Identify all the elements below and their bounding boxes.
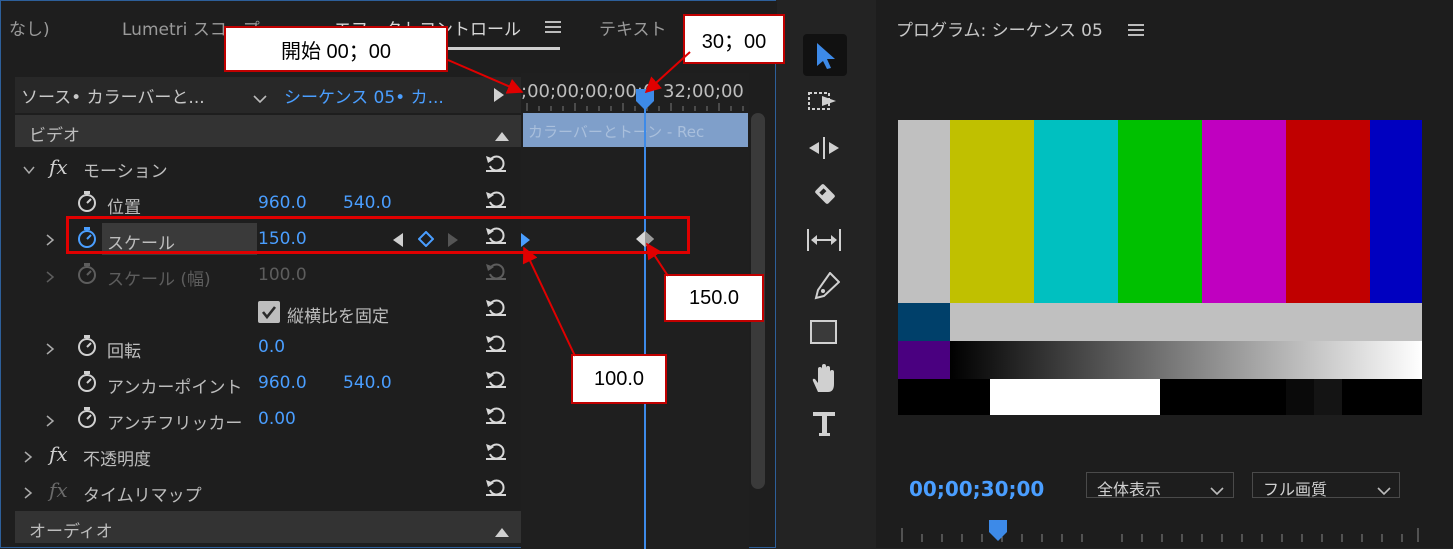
- effect-controls-panel: なし) Lumetri スコープ エフェクトコントロール テキスト ソース• カ…: [0, 0, 777, 549]
- scale-width-label: スケール (幅): [107, 270, 211, 290]
- anchor-x-value[interactable]: 960.0: [258, 373, 307, 393]
- type-tool-icon[interactable]: [812, 410, 838, 442]
- program-playhead-icon[interactable]: [988, 520, 1008, 546]
- program-monitor-title[interactable]: プログラム: シーケンス 05: [896, 16, 1103, 41]
- anchor-y-value[interactable]: 540.0: [343, 373, 392, 393]
- callout-start-text: 開始 00；00: [280, 40, 392, 63]
- reset-icon[interactable]: [485, 405, 507, 429]
- reset-disabled-icon: [485, 261, 507, 285]
- reset-icon[interactable]: [485, 369, 507, 393]
- audio-section-label: オーディオ: [29, 522, 113, 542]
- anti-flicker-value[interactable]: 0.00: [258, 409, 296, 429]
- position-x-value[interactable]: 960.0: [258, 193, 307, 213]
- tab-none[interactable]: なし): [9, 15, 50, 40]
- scale-width-value: 100.0: [258, 265, 307, 285]
- playhead-line[interactable]: [644, 89, 646, 549]
- fx-icon[interactable]: fx: [49, 155, 68, 179]
- expand-chevron-icon[interactable]: [45, 340, 55, 359]
- stopwatch-icon[interactable]: [77, 371, 97, 397]
- expand-chevron-icon[interactable]: [23, 448, 33, 467]
- position-y-value[interactable]: 540.0: [343, 193, 392, 213]
- stopwatch-icon[interactable]: [77, 335, 97, 361]
- expand-chevron-icon[interactable]: [45, 231, 55, 250]
- pen-tool-icon[interactable]: [812, 271, 841, 306]
- position-label: 位置: [107, 198, 141, 218]
- selection-arrow-icon[interactable]: [815, 42, 837, 74]
- uniform-scale-checkbox[interactable]: [258, 301, 280, 327]
- program-timecode-text[interactable]: 00;00;30;00: [909, 477, 1044, 501]
- reset-icon[interactable]: [485, 441, 507, 465]
- color-bars-image: [898, 120, 1422, 415]
- sequence-label[interactable]: シーケンス 05• カ...: [284, 83, 444, 108]
- anchor-label: アンカーポイント: [107, 378, 243, 398]
- stopwatch-icon[interactable]: [77, 407, 97, 433]
- track-select-icon[interactable]: [808, 90, 840, 118]
- playhead-handle-icon[interactable]: [635, 89, 655, 115]
- stopwatch-icon[interactable]: [77, 191, 97, 217]
- callout-value-end: 150.0: [664, 274, 764, 322]
- hamburger-icon[interactable]: [1128, 22, 1144, 41]
- ripple-edit-icon[interactable]: [808, 136, 840, 164]
- collapse-up-icon[interactable]: [495, 522, 509, 541]
- chevron-down-icon[interactable]: [1210, 481, 1224, 500]
- fx-disabled-icon: fx: [49, 478, 68, 502]
- chevron-down-icon[interactable]: [253, 89, 267, 108]
- hand-tool-icon[interactable]: [810, 364, 838, 398]
- callout-value-start-text: 100.0: [593, 367, 645, 390]
- expand-chevron-icon: [45, 268, 55, 287]
- uniform-scale-label: 縦横比を固定: [287, 307, 389, 327]
- expand-chevron-icon[interactable]: [45, 412, 55, 431]
- expand-chevron-icon[interactable]: [23, 160, 35, 179]
- callout-value-start: 100.0: [571, 354, 667, 404]
- quality-value: フル画質: [1263, 480, 1328, 499]
- scale-row-highlight-box: [66, 216, 690, 254]
- callout-start: 開始 00；00: [224, 26, 448, 72]
- time-remap-label: タイムリマップ: [83, 486, 202, 506]
- fx-icon[interactable]: fx: [49, 442, 68, 466]
- collapse-up-icon[interactable]: [495, 126, 509, 145]
- reset-icon[interactable]: [485, 153, 507, 177]
- tab-text[interactable]: テキスト: [599, 15, 667, 40]
- program-time-ruler[interactable]: [898, 520, 1422, 548]
- video-section-header[interactable]: [15, 115, 521, 147]
- rectangle-tool-icon[interactable]: [810, 320, 840, 352]
- rotation-label: 回転: [107, 342, 141, 362]
- play-only-icon[interactable]: [494, 87, 504, 106]
- reset-icon[interactable]: [485, 189, 507, 213]
- chevron-down-icon[interactable]: [1377, 481, 1391, 500]
- callout-end-time-text: 30；00: [701, 30, 767, 53]
- expand-chevron-icon[interactable]: [23, 484, 33, 503]
- program-timecode[interactable]: 00;00;30;00: [909, 477, 1044, 501]
- opacity-label: 不透明度: [83, 450, 151, 470]
- rotation-value[interactable]: 0.0: [258, 337, 285, 357]
- hamburger-icon[interactable]: [545, 19, 561, 38]
- reset-icon[interactable]: [485, 297, 507, 321]
- slip-tool-icon[interactable]: [806, 228, 842, 256]
- razor-icon[interactable]: [810, 180, 840, 212]
- clip-name: カラーバーとトーン - Rec: [528, 123, 705, 141]
- reset-icon[interactable]: [485, 477, 507, 501]
- callout-end-time: 30；00: [683, 14, 785, 64]
- stopwatch-disabled-icon: [77, 263, 97, 289]
- video-section-label: ビデオ: [29, 126, 80, 146]
- zoom-value: 全体表示: [1097, 480, 1162, 499]
- source-label[interactable]: ソース• カラーバーと...: [21, 83, 205, 108]
- motion-label: モーション: [83, 162, 168, 182]
- anti-flicker-label: アンチフリッカー: [107, 414, 243, 434]
- reset-icon[interactable]: [485, 333, 507, 357]
- callout-value-end-text: 150.0: [688, 286, 740, 309]
